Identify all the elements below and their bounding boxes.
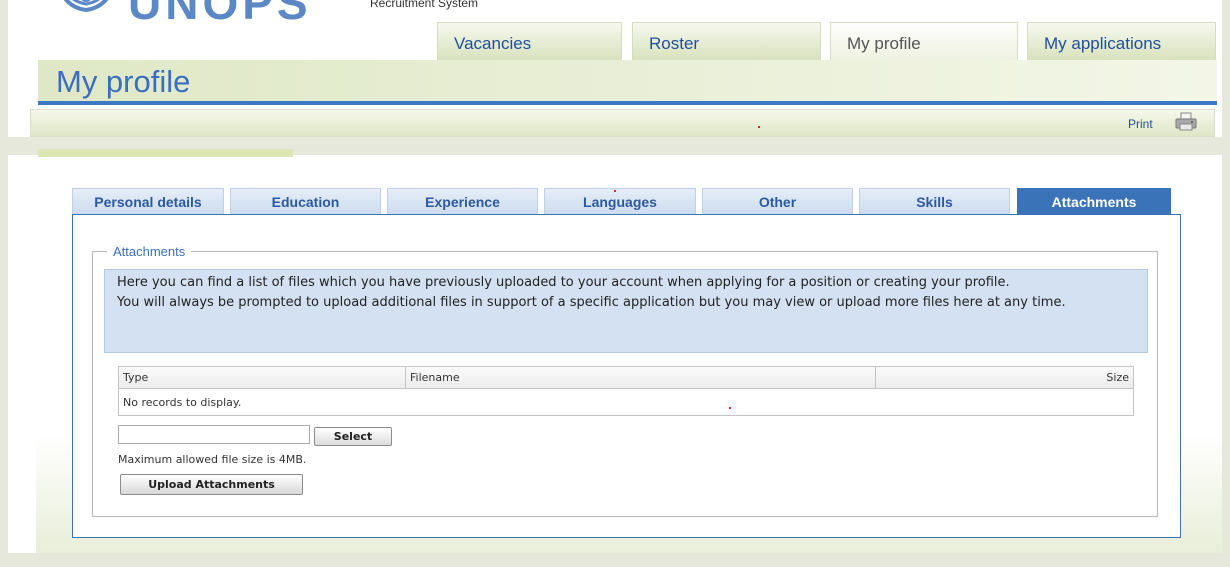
tab-label: Attachments	[1051, 194, 1137, 210]
tab-label: Other	[758, 194, 797, 210]
un-emblem-icon	[63, 0, 109, 13]
grid-header: Type Filename Size	[119, 367, 1133, 389]
tab-languages[interactable]: Languages	[544, 188, 696, 214]
column-header-filename[interactable]: Filename	[406, 367, 876, 389]
upload-attachments-button[interactable]: Upload Attachments	[120, 474, 303, 495]
accent-strip	[38, 149, 293, 157]
info-message: Here you can find a list of files which …	[104, 269, 1148, 353]
stray-mark	[729, 407, 731, 409]
nav-tab-my-applications[interactable]: My applications	[1027, 22, 1216, 60]
logo-subtitle: Recruitment System	[370, 0, 479, 10]
nav-tab-label: Roster	[649, 34, 700, 53]
nav-tab-my-profile[interactable]: My profile	[830, 22, 1018, 60]
footer-band	[8, 553, 1222, 567]
tab-label: Languages	[583, 194, 657, 210]
tab-personal-details[interactable]: Personal details	[72, 188, 224, 214]
right-frame	[1222, 0, 1230, 567]
info-text: You will always be prompted to upload ad…	[117, 295, 1066, 310]
tab-other[interactable]: Other	[702, 188, 853, 214]
tab-label: Education	[271, 194, 340, 210]
nav-tab-roster[interactable]: Roster	[632, 22, 821, 60]
select-file-button[interactable]: Select	[314, 427, 392, 446]
header-band	[38, 60, 1217, 101]
printer-icon[interactable]	[1174, 112, 1198, 132]
attachments-legend: Attachments	[113, 244, 186, 259]
tab-education[interactable]: Education	[230, 188, 381, 214]
tab-attachments[interactable]: Attachments	[1017, 188, 1171, 214]
header-divider	[38, 101, 1217, 105]
site-logo[interactable]: UNOPS Recruitment System	[60, 0, 480, 22]
page-title: My profile	[56, 64, 191, 99]
nav-tab-label: Vacancies	[454, 34, 532, 53]
tab-skills[interactable]: Skills	[859, 188, 1010, 214]
grid-empty-message: No records to display.	[123, 396, 242, 409]
tab-experience[interactable]: Experience	[387, 188, 538, 214]
column-header-size[interactable]: Size	[876, 367, 1133, 389]
print-link[interactable]: Print	[1128, 117, 1153, 131]
left-frame	[0, 0, 8, 567]
stray-mark	[758, 126, 760, 128]
file-path-input[interactable]	[118, 425, 310, 444]
tab-label: Personal details	[94, 194, 202, 210]
column-header-type[interactable]: Type	[119, 367, 406, 389]
tab-label: Skills	[916, 194, 953, 210]
max-size-note: Maximum allowed file size is 4MB.	[118, 453, 307, 466]
nav-tab-label: My applications	[1044, 34, 1162, 53]
tab-label: Experience	[425, 194, 500, 210]
info-text: Here you can find a list of files which …	[117, 275, 1010, 290]
nav-tab-label: My profile	[847, 34, 921, 53]
print-toolbar	[30, 109, 1215, 137]
nav-tab-vacancies[interactable]: Vacancies	[437, 22, 622, 60]
stray-mark	[614, 190, 616, 192]
logo-wordmark: UNOPS	[128, 0, 312, 22]
attachments-grid: Type Filename Size No records to display…	[118, 366, 1134, 416]
